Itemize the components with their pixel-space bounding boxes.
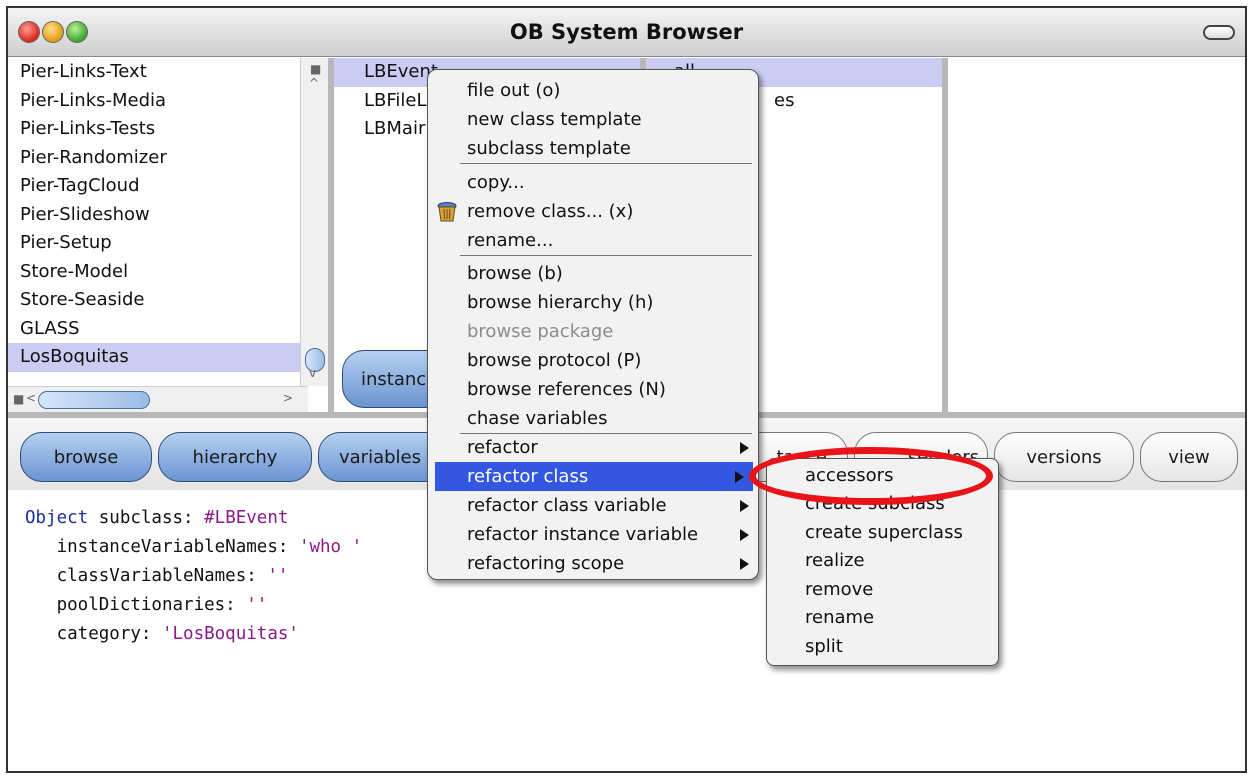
code-symbol: #LBEvent	[204, 508, 289, 528]
hscroll-menu-icon[interactable]: ■	[13, 392, 24, 406]
package-item[interactable]: Pier-Slideshow	[8, 201, 328, 230]
package-item-selected[interactable]: LosBoquitas	[8, 343, 300, 372]
menu-item-subclass-template[interactable]: subclass template	[428, 134, 758, 163]
menu-item-label: refactor	[467, 437, 538, 458]
menu-item-remove-class[interactable]: remove class... (x)	[428, 197, 758, 226]
code-string: 'who '	[298, 537, 363, 557]
menu-item-refactor-instance-variable[interactable]: refactor instance variable	[428, 520, 758, 549]
scroll-menu-icon[interactable]: ■	[310, 62, 321, 76]
submenu-item-remove[interactable]: remove	[767, 576, 998, 605]
submenu-arrow-icon	[740, 558, 749, 570]
menu-item-label: refactor class variable	[467, 495, 667, 516]
submenu-item-realize[interactable]: realize	[767, 547, 998, 576]
menu-item-chase-variables[interactable]: chase variables	[428, 404, 758, 433]
menu-item-refactor-class[interactable]: refactor class	[435, 462, 753, 491]
menu-item-label: refactoring scope	[467, 553, 625, 574]
package-list: Pier-Links-Text Pier-Links-Media Pier-Li…	[8, 58, 328, 372]
code-keyword: classVariableNames:	[56, 566, 268, 586]
code-keyword: category:	[56, 624, 162, 644]
collapse-toolbar-button[interactable]	[1203, 25, 1235, 40]
scroll-left-icon[interactable]: <	[26, 391, 36, 405]
submenu-arrow-icon	[740, 500, 749, 512]
code-keyword: instanceVariableNames:	[56, 537, 299, 557]
method-pane[interactable]	[948, 58, 1245, 412]
code-string: ''	[267, 566, 289, 586]
code-class-name: Object	[25, 508, 89, 528]
code-keyword: poolDictionaries:	[56, 595, 247, 615]
browse-button[interactable]: browse	[20, 432, 152, 482]
package-item[interactable]: GLASS	[8, 315, 328, 344]
code-message: subclass:	[88, 508, 205, 528]
menu-item-refactoring-scope[interactable]: refactoring scope	[428, 549, 758, 578]
menu-item-refactor-class-variable[interactable]: refactor class variable	[428, 491, 758, 520]
package-item[interactable]: Pier-Setup	[8, 229, 328, 258]
submenu-arrow-icon	[740, 442, 749, 454]
menu-item-label: refactor instance variable	[467, 524, 699, 545]
menu-item-file-out[interactable]: file out (o)	[428, 76, 758, 105]
menu-item-refactor[interactable]: refactor	[428, 433, 758, 462]
scroll-up-icon[interactable]: ^	[309, 76, 319, 90]
package-pane[interactable]: Pier-Links-Text Pier-Links-Media Pier-Li…	[8, 58, 328, 412]
package-item[interactable]: Pier-TagCloud	[8, 172, 328, 201]
menu-item-browse[interactable]: browse (b)	[428, 259, 758, 288]
submenu-item-rename[interactable]: rename	[767, 604, 998, 633]
code-string: ''	[246, 595, 268, 615]
package-item[interactable]: Pier-Links-Tests	[8, 115, 328, 144]
menu-item-rename[interactable]: rename...	[428, 226, 758, 255]
submenu-arrow-icon	[735, 471, 744, 483]
class-context-menu: file out (o) new class template subclass…	[427, 69, 759, 580]
package-item[interactable]: Pier-Links-Media	[8, 87, 328, 116]
package-item[interactable]: Store-Seaside	[8, 286, 328, 315]
menu-item-browse-hierarchy[interactable]: browse hierarchy (h)	[428, 288, 758, 317]
package-item[interactable]: Pier-Randomizer	[8, 144, 328, 173]
hscroll-thumb[interactable]	[38, 391, 150, 409]
package-vscrollbar[interactable]: ■ ^ v	[300, 58, 328, 386]
package-item[interactable]: Pier-Links-Text	[8, 58, 328, 87]
trash-icon	[437, 202, 457, 222]
menu-item-label: refactor class	[467, 466, 589, 487]
submenu-item-split[interactable]: split	[767, 633, 998, 662]
scroll-down-icon[interactable]: v	[309, 366, 316, 380]
package-hscrollbar[interactable]: ■ < >	[8, 386, 308, 412]
hierarchy-button[interactable]: hierarchy	[158, 432, 312, 482]
menu-separator	[460, 163, 752, 164]
menu-item-browse-references[interactable]: browse references (N)	[428, 375, 758, 404]
submenu-item-create-superclass[interactable]: create superclass	[767, 519, 998, 548]
submenu-arrow-icon	[740, 529, 749, 541]
view-button[interactable]: view	[1140, 432, 1238, 482]
menu-item-label: remove class... (x)	[467, 201, 634, 222]
package-item[interactable]: Store-Model	[8, 258, 328, 287]
menu-item-browse-protocol[interactable]: browse protocol (P)	[428, 346, 758, 375]
menu-item-browse-package: browse package	[467, 321, 614, 342]
code-string: 'LosBoquitas'	[161, 624, 299, 644]
highlight-ellipse-annotation	[749, 447, 993, 505]
title-bar[interactable]: OB System Browser	[8, 8, 1245, 57]
code-editor[interactable]: Object subclass: #LBEvent instanceVariab…	[25, 504, 362, 649]
window-title: OB System Browser	[509, 20, 744, 44]
menu-separator	[460, 255, 752, 256]
menu-item-copy[interactable]: copy...	[428, 168, 758, 197]
menu-item-new-class-template[interactable]: new class template	[428, 105, 758, 134]
scroll-right-icon[interactable]: >	[283, 391, 293, 405]
versions-button[interactable]: versions	[994, 432, 1134, 482]
